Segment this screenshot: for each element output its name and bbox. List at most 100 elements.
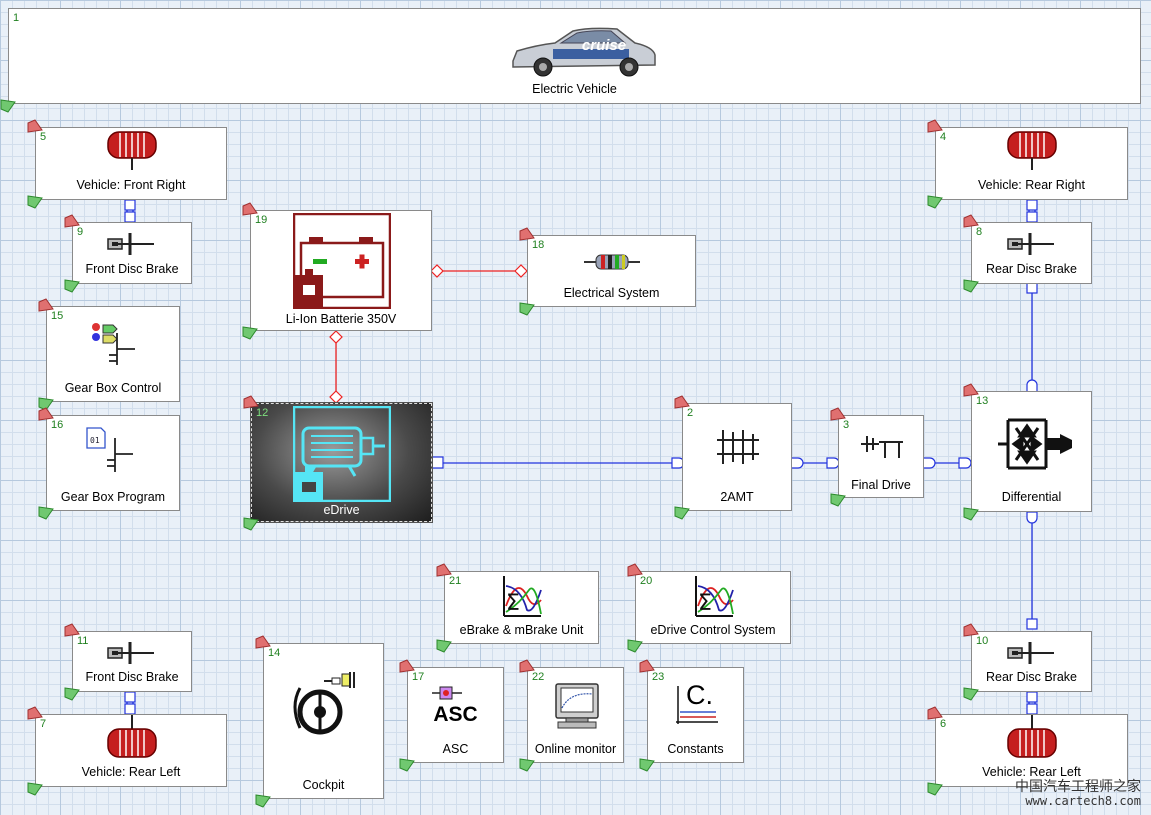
bottom-connector-flag-icon: [243, 517, 259, 531]
component-constants[interactable]: 23 C. Constants: [639, 659, 744, 772]
top-connector-flag-icon: [927, 706, 943, 720]
svg-text:Σ: Σ: [506, 591, 520, 616]
component-differential[interactable]: 13 Differential: [963, 383, 1092, 521]
electric-motor-icon: [293, 406, 391, 502]
component-li-ion-battery[interactable]: 19 Li-Ion Batterie 350V: [242, 202, 432, 340]
bottom-connector-flag-icon: [963, 279, 979, 293]
disc-brake-icon: [1007, 233, 1054, 255]
gear-box-program-icon: 01: [86, 427, 133, 472]
bottom-connector-flag-icon: [627, 639, 643, 653]
bottom-connector-flag-icon: [27, 195, 43, 209]
top-connector-flag-icon: [927, 119, 943, 133]
top-connector-flag-icon: [963, 623, 979, 637]
bottom-connector-flag-icon: [963, 687, 979, 701]
disc-brake-icon: [107, 233, 154, 255]
top-connector-flag-icon: [27, 119, 43, 133]
component-label: Final Drive: [851, 478, 911, 492]
component-final-drive[interactable]: 3 Final Drive: [830, 407, 924, 507]
component-edrive-control-system[interactable]: 20 Σ eDrive Control System: [627, 563, 791, 653]
component-label: Vehicle: Front Right: [76, 178, 186, 192]
wheel-icon: [107, 715, 157, 758]
component-label: Constants: [667, 742, 724, 756]
component-label: eDrive: [323, 503, 360, 517]
bottom-connector-flag-icon: [38, 506, 54, 520]
component-front-disc-brake[interactable]: 9 Front Disc Brake: [64, 214, 192, 293]
constants-icon-text: C.: [686, 680, 713, 710]
component-vehicle-rear-right[interactable]: 4 Vehicle: Rear Right: [927, 119, 1128, 209]
component-vehicle-front-right[interactable]: 5 Vehicle: Front Right: [27, 119, 227, 209]
component-electric-vehicle[interactable]: 1 cruise Electric Vehicle: [0, 8, 1141, 113]
bottom-connector-flag-icon: [255, 794, 271, 808]
component-label: Front Disc Brake: [85, 262, 179, 276]
component-label: ASC: [442, 742, 469, 756]
top-connector-flag-icon: [64, 623, 80, 637]
watermark-title: 中国汽车工程师之家: [1015, 778, 1141, 794]
asc-icon-text: ASC: [433, 703, 478, 726]
component-2amt[interactable]: 2 2AMT: [674, 395, 792, 520]
top-connector-flag-icon: [243, 395, 259, 409]
top-connector-flag-icon: [399, 659, 415, 673]
component-ebrake-mbrake-unit[interactable]: 21 Σ eBrake & mBrake Unit: [436, 563, 599, 653]
final-drive-icon: [861, 436, 903, 458]
bottom-connector-flag-icon: [639, 758, 655, 772]
asc-connector-icon: [432, 686, 462, 700]
component-asc[interactable]: 17 ASC ASC: [399, 659, 504, 772]
disc-brake-icon: [107, 642, 154, 664]
component-vehicle-rear-left-right-side[interactable]: 6 Vehicle: Rear Left: [927, 706, 1128, 796]
top-connector-flag-icon: [436, 563, 452, 577]
component-label: Vehicle: Rear Left: [982, 765, 1081, 779]
steering-wheel-icon: [293, 672, 355, 735]
component-vehicle-rear-left[interactable]: 7 Vehicle: Rear Left: [27, 706, 227, 796]
bottom-connector-flag-icon: [927, 195, 943, 209]
component-label: Cockpit: [302, 778, 345, 792]
component-rear-disc-brake-right[interactable]: 8 Rear Disc Brake: [963, 214, 1092, 293]
control-function-icon: Σ: [695, 576, 734, 617]
component-label: Differential: [1001, 490, 1062, 504]
top-connector-flag-icon: [64, 214, 80, 228]
top-connector-flag-icon: [963, 214, 979, 228]
top-connector-flag-icon: [38, 298, 54, 312]
component-edrive[interactable]: 12 eDrive: [243, 395, 433, 531]
top-connector-flag-icon: [519, 227, 535, 241]
component-label: eDrive Control System: [650, 623, 776, 637]
component-gear-box-program[interactable]: 16 01 Gear Box Program: [38, 407, 180, 520]
component-label: Rear Disc Brake: [986, 262, 1077, 276]
component-label: Gear Box Control: [64, 381, 162, 395]
bottom-connector-flag-icon: [519, 758, 535, 772]
bottom-connector-flag-icon: [830, 493, 846, 507]
gearbox-icon: [717, 430, 759, 464]
svg-text:Σ: Σ: [698, 591, 712, 616]
component-label: Li-Ion Batterie 350V: [285, 312, 397, 326]
bottom-connector-flag-icon: [242, 326, 258, 340]
monitor-icon: [555, 683, 599, 729]
wheel-icon: [1007, 715, 1057, 758]
top-connector-flag-icon: [674, 395, 690, 409]
bottom-connector-flag-icon: [27, 782, 43, 796]
top-connector-flag-icon: [830, 407, 846, 421]
component-label: Vehicle: Rear Left: [81, 765, 181, 779]
top-connector-flag-icon: [627, 563, 643, 577]
component-electrical-system[interactable]: 18 Electrical System: [519, 227, 696, 316]
bottom-connector-flag-icon: [519, 302, 535, 316]
wheel-icon: [107, 131, 157, 170]
control-function-icon: Σ: [503, 576, 542, 617]
component-front-disc-brake-left[interactable]: 11 Front Disc Brake: [64, 623, 192, 701]
component-cockpit[interactable]: 14 Cockpit: [255, 635, 384, 808]
bottom-connector-flag-icon: [436, 639, 452, 653]
bottom-connector-flag-icon: [927, 782, 943, 796]
component-number: 1: [13, 12, 20, 24]
disc-brake-icon: [1007, 642, 1054, 664]
top-connector-flag-icon: [519, 659, 535, 673]
component-gear-box-control[interactable]: 15 Gear Box Control: [38, 298, 180, 411]
component-online-monitor[interactable]: 22 Online monitor: [519, 659, 624, 772]
cruise-badge: cruise: [581, 37, 627, 54]
component-label: Gear Box Program: [60, 490, 166, 504]
component-label: 2AMT: [720, 490, 754, 504]
top-connector-flag-icon: [242, 202, 258, 216]
bottom-connector-flag-icon: [64, 279, 80, 293]
component-label: eBrake & mBrake Unit: [459, 623, 584, 637]
gear-box-control-icon: [92, 323, 135, 365]
component-rear-disc-brake-left[interactable]: 10 Rear Disc Brake: [963, 623, 1092, 701]
bottom-connector-flag-icon: [963, 507, 979, 521]
top-connector-flag-icon: [255, 635, 271, 649]
